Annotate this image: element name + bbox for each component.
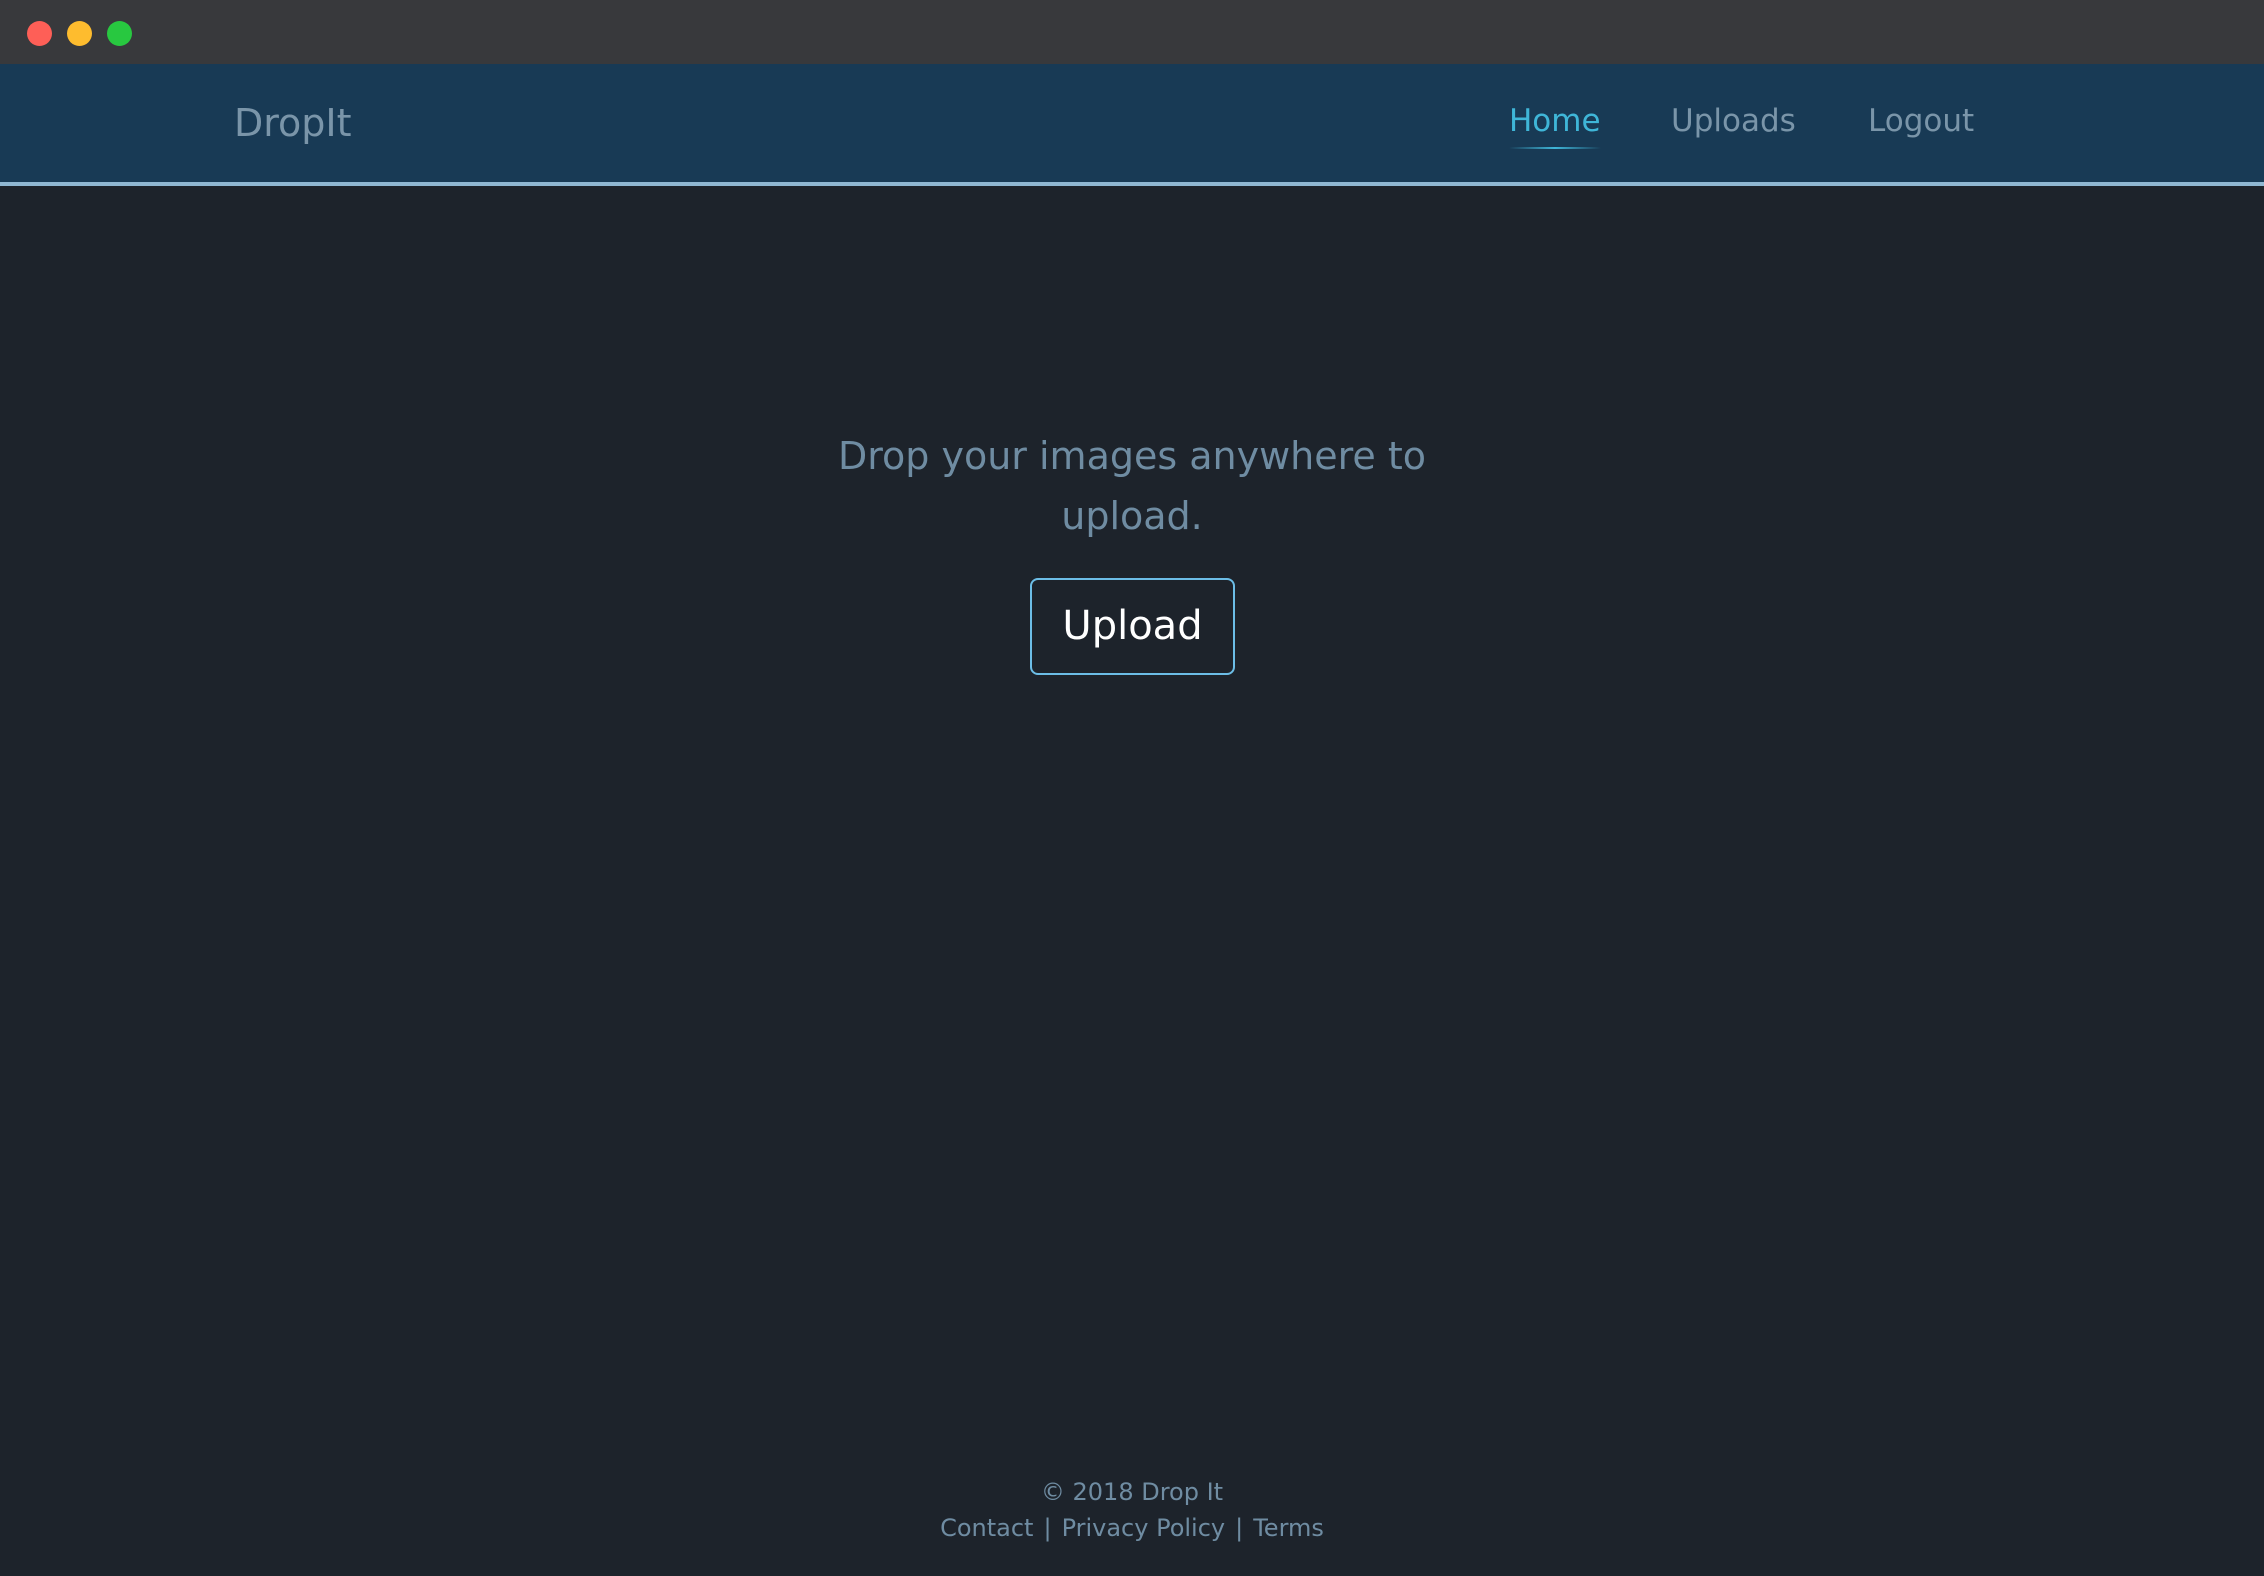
window-titlebar [0, 0, 2264, 64]
nav-active-indicator [1509, 147, 1601, 149]
brand-logo[interactable]: DropIt [234, 100, 352, 146]
nav-uploads-link[interactable]: Uploads [1671, 101, 1796, 141]
footer-separator: | [1043, 1514, 1052, 1542]
footer: © 2018 Drop It Contact | Privacy Policy | Te… [0, 1474, 2264, 1546]
navbar: DropIt Home Uploads Logout [0, 64, 2264, 186]
drop-prompt-line-2: upload. [1061, 494, 1203, 538]
footer-privacy-link[interactable]: Privacy Policy [1062, 1514, 1226, 1542]
drop-prompt-line-1: Drop your images anywhere to [837, 434, 1427, 478]
nav-home-link[interactable]: Home [1509, 101, 1601, 141]
footer-contact-link[interactable]: Contact [940, 1514, 1033, 1542]
footer-links: Contact | Privacy Policy | Terms [0, 1510, 2264, 1546]
maximize-window-icon[interactable] [107, 21, 132, 46]
footer-terms-link[interactable]: Terms [1253, 1514, 1324, 1542]
nav-logout-link[interactable]: Logout [1868, 101, 1974, 141]
close-window-icon[interactable] [27, 21, 52, 46]
minimize-window-icon[interactable] [67, 21, 92, 46]
copyright-text: © 2018 Drop It [1040, 1478, 1224, 1506]
browser-window: DropIt Home Uploads Logout Drop your ima… [0, 0, 2264, 1576]
footer-separator: | [1235, 1514, 1244, 1542]
upload-button[interactable]: Upload [1030, 578, 1235, 675]
drop-prompt: Drop your images anywhere to upload. [782, 426, 1482, 546]
drop-zone[interactable]: Drop your images anywhere to upload. Upl… [0, 186, 2264, 1386]
